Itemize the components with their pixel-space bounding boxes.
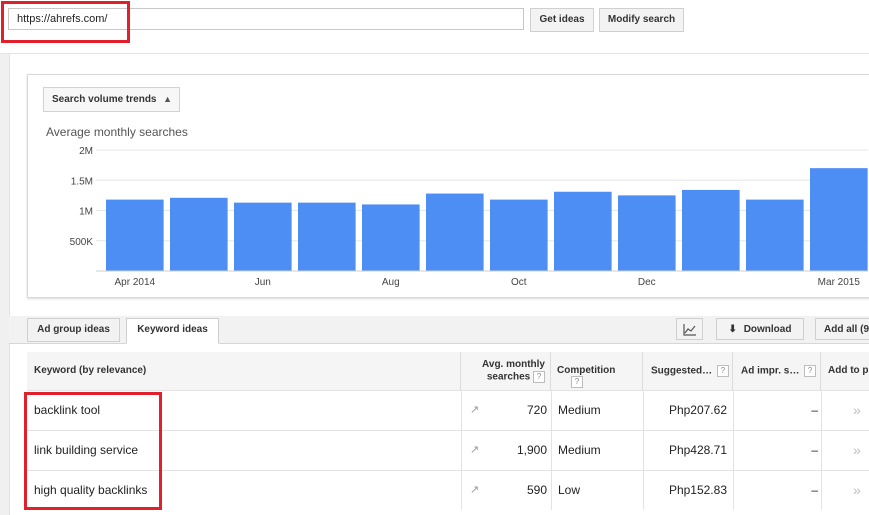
competition-header-label: Competition [557,365,616,376]
add-all-button[interactable]: Add all (9 [815,318,869,340]
x-tick-label: Apr 2014 [115,277,156,288]
left-gutter [0,54,10,515]
chart-toggle-button[interactable] [676,318,703,340]
tab-ad-group-ideas[interactable]: Ad group ideas [27,318,120,342]
up-down-arrows-icon: ▲ [163,94,172,104]
chart-bar [426,193,484,271]
landing-page-url-input[interactable] [8,8,524,30]
x-tick-label: Dec [638,277,656,288]
search-volume-chart: 500K 1M 1.5M 2M Apr 2014 Jun Aug Oct Dec Mar 2015 [70,146,868,288]
help-icon[interactable]: ? [533,371,545,383]
y-tick-label: 1M [79,207,93,218]
download-icon: ⬇ [728,324,737,335]
chart-bar [746,199,804,271]
column-header-competition[interactable]: Competition ? [551,352,643,390]
chart-bar [810,168,868,271]
keyword-header-label: Keyword (by relevance) [34,365,147,376]
table-row: backlink tool ↗ 720 Medium Php207.62 – » [27,390,869,430]
add-to-plan-icon[interactable]: » [853,471,861,510]
add-to-header-label: Add to pl [828,365,869,376]
chart-bar [298,202,356,271]
x-tick-label: Mar 2015 [818,277,861,288]
ad-impr-share-cell: – [811,403,818,417]
keyword-table: Keyword (by relevance) Avg. monthly sear… [27,352,869,515]
chart-bar [490,199,548,271]
suggested-bid-cell: Php207.62 [668,403,727,417]
trend-chart-icon[interactable]: ↗ [470,471,479,510]
competition-cell: Medium [558,403,601,417]
x-tick-label: Jun [255,277,271,288]
x-tick-label: Oct [511,277,527,288]
chart-bar [682,189,740,271]
column-header-ad-impr-share[interactable]: Ad impr. s… ? [733,352,821,390]
suggested-bid-cell: Php428.71 [668,443,727,457]
chart-bar [106,199,164,271]
y-tick-label: 500K [70,237,94,248]
tab-keyword-ideas[interactable]: Keyword ideas [126,318,219,344]
ad-impr-share-cell: – [811,443,818,457]
help-icon[interactable]: ? [571,376,583,388]
chart-bar [234,202,292,271]
modify-search-button[interactable]: Modify search [599,8,684,32]
table-row: link building service ↗ 1,900 Medium Php… [27,430,869,470]
competition-cell: Medium [558,443,601,457]
download-label: Download [743,324,792,335]
column-header-keyword[interactable]: Keyword (by relevance) [27,352,461,390]
chart-type-dropdown[interactable]: Search volume trends ▲ [43,87,180,112]
chart-bar [618,195,676,271]
searches-cell: 720 [526,403,547,417]
table-row: high quality backlinks ↗ 590 Low Php152.… [27,470,869,510]
x-tick-label: Aug [382,277,400,288]
chart-title: Average monthly searches [46,125,188,139]
chart-type-label: Search volume trends [52,94,157,105]
ad-impr-header-label: Ad impr. s… [741,365,800,377]
column-header-add-to-plan[interactable]: Add to pl [821,352,869,390]
add-to-plan-icon[interactable]: » [853,391,861,430]
chart-bar [554,191,612,271]
ad-impr-share-cell: – [811,483,818,497]
avg-header-line1: Avg. monthly [482,359,545,370]
searches-cell: 1,900 [516,443,547,457]
searches-cell: 590 [526,483,547,497]
competition-cell: Low [558,483,581,497]
trend-chart-icon[interactable]: ↗ [470,431,479,470]
keyword-cell: link building service [34,443,139,457]
help-icon[interactable]: ? [804,365,817,377]
chart-bar [170,197,228,271]
chart-bar [362,204,420,271]
trend-chart-icon[interactable]: ↗ [470,391,479,430]
divider [0,53,869,54]
suggested-header-label: Suggested… [651,365,713,377]
y-tick-label: 2M [79,146,93,157]
keyword-cell: backlink tool [34,403,101,417]
get-ideas-button[interactable]: Get ideas [530,8,594,32]
suggested-bid-cell: Php152.83 [668,483,727,497]
column-header-avg-searches[interactable]: Avg. monthly searches ? [461,352,551,390]
keyword-cell: high quality backlinks [34,483,148,497]
download-button[interactable]: ⬇ Download [716,318,804,340]
help-icon[interactable]: ? [716,365,729,377]
avg-header-line2: searches [486,371,531,383]
line-chart-icon [682,324,696,336]
column-header-suggested-bid[interactable]: Suggested… ? [643,352,733,390]
y-tick-label: 1.5M [71,176,93,187]
add-to-plan-icon[interactable]: » [853,431,861,470]
